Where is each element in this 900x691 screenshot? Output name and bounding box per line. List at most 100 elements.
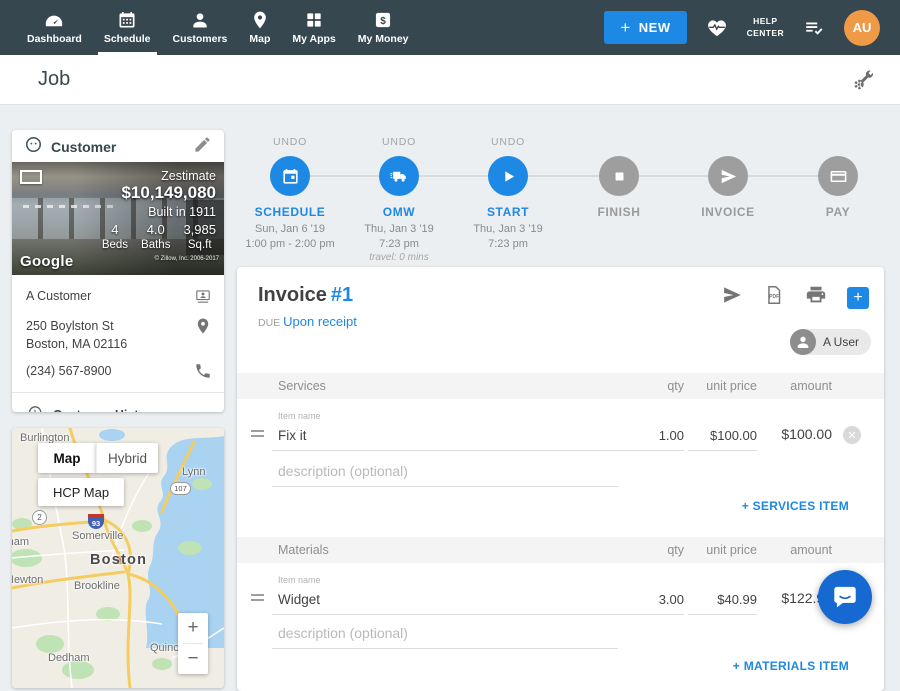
phone-icon[interactable] [194, 362, 212, 383]
zestimate-value: $10,149,080 [121, 183, 216, 203]
customer-history-label: Customer History [53, 408, 197, 412]
amount-column-header: amount [757, 379, 832, 393]
undo-schedule-button[interactable]: UNDO [235, 136, 345, 150]
top-nav: Dashboard Schedule Customers Map My Apps… [0, 0, 900, 55]
customer-phone: (234) 567-8900 [26, 362, 194, 381]
play-icon[interactable] [488, 156, 528, 196]
step-pay: PAY [783, 136, 893, 219]
map-card[interactable]: Burlington Lynn Somerville Waltham Bosto… [12, 428, 224, 688]
add-services-item-link[interactable]: + SERVICES ITEM [742, 499, 849, 513]
unit-price-column-header: unit price [688, 543, 757, 557]
help-center-line1: HELP [747, 16, 784, 27]
hybrid-type-button[interactable]: Hybrid [96, 443, 158, 473]
hcp-map-button[interactable]: HCP Map [38, 478, 124, 506]
help-center-button[interactable]: HELP CENTER [747, 16, 784, 38]
svg-text:PDF: PDF [769, 294, 779, 300]
zillow-copyright: © Zillow, Inc. 2006-2017 [155, 256, 219, 262]
sqft-value: 3,985 [183, 222, 216, 237]
address-line1: 250 Boylston St [26, 319, 114, 333]
pdf-icon[interactable]: PDF [763, 284, 785, 311]
invoice-number[interactable]: #1 [331, 284, 353, 306]
customer-info: A Customer 250 Boylston St Boston, MA 021… [12, 275, 224, 383]
zoom-out-button[interactable]: − [178, 644, 208, 674]
send-invoice-icon[interactable] [721, 284, 743, 311]
invoice-actions: PDF + [721, 284, 869, 311]
chat-bubble-button[interactable] [818, 570, 872, 624]
property-photo: Zestimate $10,149,080 Built in 1911 4Bed… [12, 162, 224, 275]
plus-icon: + [620, 19, 630, 36]
checklist-icon[interactable] [803, 17, 825, 39]
map-pin-icon [250, 10, 270, 30]
nav-item-label: Customers [173, 33, 228, 45]
nav-items: Dashboard Schedule Customers Map My Apps… [0, 0, 420, 55]
step-invoice: INVOICE [673, 136, 783, 219]
invoice-title: Invoice [258, 284, 327, 306]
step-time: 7:23 pm [379, 238, 419, 250]
contact-card-icon[interactable] [194, 287, 212, 308]
nav-item-schedule[interactable]: Schedule [93, 0, 162, 55]
customer-phone-row: (234) 567-8900 [26, 362, 212, 383]
material-item-unit-price-input[interactable] [688, 588, 757, 615]
built-year: Built in 1911 [148, 205, 216, 219]
person-icon [190, 10, 210, 30]
remove-item-icon[interactable]: ✕ [843, 426, 861, 444]
drag-handle-icon[interactable] [251, 427, 272, 451]
zoom-in-button[interactable]: + [178, 613, 208, 643]
nav-item-map[interactable]: Map [238, 0, 281, 55]
nav-item-dashboard[interactable]: Dashboard [16, 0, 93, 55]
drag-handle-icon[interactable] [251, 591, 272, 615]
edit-pencil-icon[interactable] [193, 135, 212, 159]
service-item-unit-price-input[interactable] [688, 424, 757, 451]
job-settings-icon[interactable] [852, 68, 876, 92]
nav-item-label: Schedule [104, 33, 151, 45]
map-zoom-control: + − [178, 613, 208, 674]
omw-truck-icon[interactable] [379, 156, 419, 196]
unit-price-column-header: unit price [688, 379, 757, 393]
step-date: Thu, Jan 3 '19 [364, 223, 433, 235]
service-item-description-input[interactable] [272, 459, 618, 487]
calendar-icon [117, 10, 137, 30]
customer-name: A Customer [26, 287, 194, 306]
step-label: INVOICE [673, 205, 783, 219]
material-item-description-input[interactable] [272, 621, 618, 649]
service-item-qty-input[interactable] [618, 424, 684, 451]
material-item-qty-input[interactable] [618, 588, 684, 615]
stop-icon[interactable] [599, 156, 639, 196]
user-avatar[interactable]: AU [844, 10, 880, 46]
customer-face-icon [24, 135, 43, 159]
add-invoice-item-button[interactable]: + [847, 287, 869, 309]
nav-item-my-money[interactable]: $ My Money [347, 0, 420, 55]
assignee-avatar-icon [790, 329, 816, 355]
print-icon[interactable] [805, 284, 827, 311]
customer-name-row: A Customer [26, 287, 212, 308]
undo-omw-button[interactable]: UNDO [344, 136, 454, 150]
step-schedule: UNDO SCHEDULE Sun, Jan 6 '191:00 pm - 2:… [235, 136, 345, 251]
nav-item-label: My Money [358, 33, 409, 45]
due-value-link[interactable]: Upon receipt [283, 314, 357, 329]
page-header: Job [0, 55, 900, 105]
map-label-somerville: Somerville [72, 530, 123, 542]
nav-item-customers[interactable]: Customers [162, 0, 239, 55]
credit-card-icon[interactable] [818, 156, 858, 196]
due-label: DUE [258, 317, 280, 329]
new-button-label: NEW [639, 20, 671, 35]
add-materials-item-link[interactable]: + MATERIALS ITEM [733, 659, 849, 673]
grid-icon [304, 10, 324, 30]
assignee-chip[interactable]: A User [790, 329, 871, 355]
schedule-step-icon[interactable] [270, 156, 310, 196]
customer-history-button[interactable]: Customer History › [12, 393, 224, 412]
streetview-frame-icon[interactable] [20, 170, 42, 184]
undo-start-button[interactable]: UNDO [453, 136, 563, 150]
send-icon[interactable] [708, 156, 748, 196]
new-button[interactable]: + NEW [604, 11, 686, 44]
step-omw: UNDO OMW Thu, Jan 3 '197:23 pm travel: 0… [344, 136, 454, 263]
material-item-name-input[interactable] [272, 588, 618, 615]
address-line2: Boston, MA 02116 [26, 337, 127, 351]
step-finish: FINISH [564, 136, 674, 219]
location-pin-icon[interactable] [194, 317, 212, 338]
health-heart-icon[interactable] [706, 17, 728, 39]
service-item-name-input[interactable] [272, 424, 618, 451]
route-107-badge: 107 [170, 482, 191, 495]
nav-item-my-apps[interactable]: My Apps [281, 0, 346, 55]
map-type-button[interactable]: Map [38, 443, 96, 473]
